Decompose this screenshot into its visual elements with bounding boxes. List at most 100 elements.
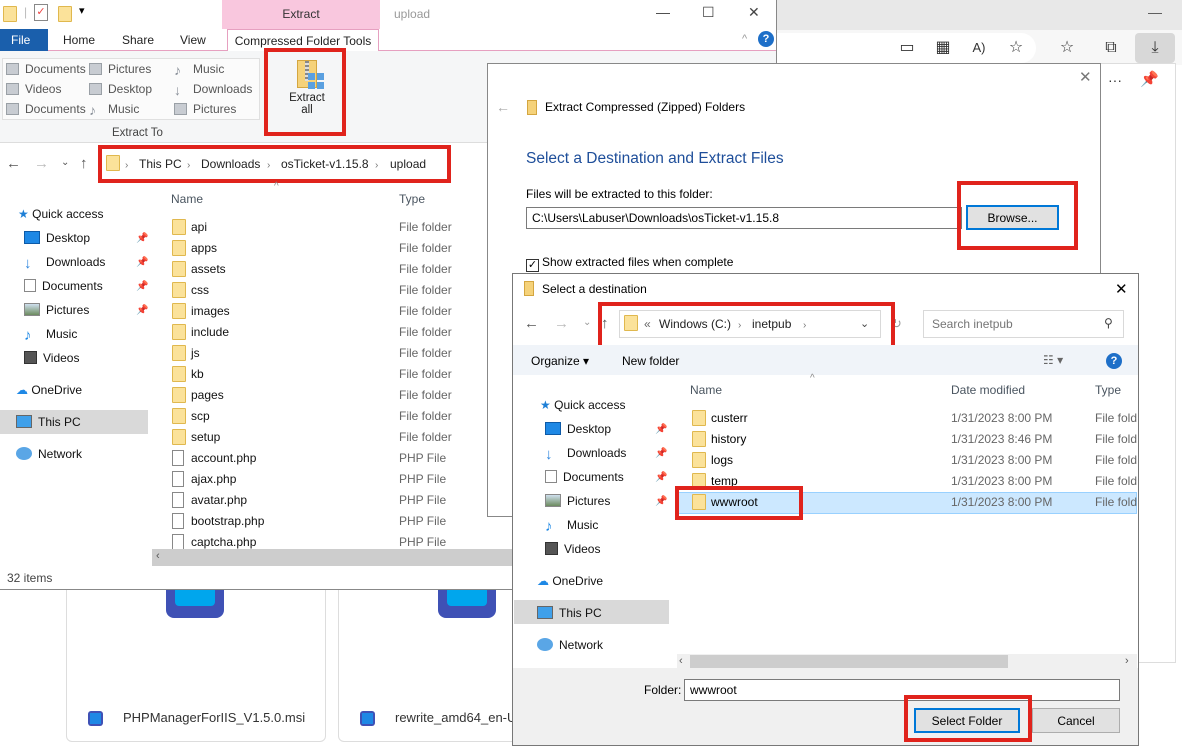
extract-to-documents[interactable]: Documents xyxy=(6,62,86,76)
sidebar-item-desktop[interactable]: Desktop xyxy=(24,231,90,245)
folder-row[interactable]: logs 1/31/2023 8:00 PM File folder xyxy=(690,450,1140,471)
sidebar-this-pc[interactable]: This PC xyxy=(16,415,81,429)
file-row[interactable]: scp File folder xyxy=(170,406,490,427)
pin-icon[interactable]: 📌 xyxy=(136,257,148,268)
sidebar-quick-access[interactable]: ★ Quick access xyxy=(540,398,625,412)
more-icon[interactable]: ··· xyxy=(1108,72,1122,88)
column-type[interactable]: Type xyxy=(1095,383,1121,397)
view-options-icon[interactable]: ☷ ▾ xyxy=(1043,353,1063,367)
pin-icon[interactable]: 📌 xyxy=(136,305,148,316)
collapse-ribbon-icon[interactable]: ^ xyxy=(742,33,747,45)
file-row[interactable]: bootstrap.php PHP File xyxy=(170,511,490,532)
select-dialog-close-button[interactable]: ✕ xyxy=(1115,280,1128,298)
recent-locations-icon[interactable]: ⌄ xyxy=(61,157,69,168)
extract-to-music-2[interactable]: ♪ Music xyxy=(89,102,139,117)
file-row[interactable]: images File folder xyxy=(170,301,490,322)
tab-grid-icon[interactable]: ▦ xyxy=(932,38,954,58)
favorites-icon[interactable]: ☆ xyxy=(1056,38,1078,58)
close-button[interactable]: ✕ xyxy=(748,4,760,21)
scrollbar-thumb[interactable] xyxy=(690,655,1008,668)
column-name[interactable]: Name xyxy=(171,192,203,206)
extract-to-downloads[interactable]: ↓ Downloads xyxy=(174,82,252,97)
new-folder-button[interactable]: New folder xyxy=(622,354,679,368)
file-row[interactable]: assets File folder xyxy=(170,259,490,280)
file-row[interactable]: setup File folder xyxy=(170,427,490,448)
scroll-right-icon[interactable]: › xyxy=(1125,655,1129,667)
file-row[interactable]: css File folder xyxy=(170,280,490,301)
sidebar-item-documents[interactable]: Documents xyxy=(24,279,103,293)
read-aloud-icon[interactable]: A) xyxy=(968,38,990,58)
tab-file[interactable]: File xyxy=(0,29,48,51)
scroll-left-icon[interactable]: ‹ xyxy=(156,550,160,562)
forward-button[interactable]: → xyxy=(554,315,569,332)
file-row[interactable]: include File folder xyxy=(170,322,490,343)
extract-to-music[interactable]: ♪ Music xyxy=(174,62,224,77)
file-row[interactable]: pages File folder xyxy=(170,385,490,406)
pin-icon[interactable]: 📌 xyxy=(655,424,667,435)
column-name[interactable]: Name xyxy=(690,383,722,397)
back-button[interactable]: ← xyxy=(6,155,21,172)
file-row[interactable]: ajax.php PHP File xyxy=(170,469,490,490)
pin-icon[interactable]: 📌 xyxy=(655,448,667,459)
file-row[interactable]: js File folder xyxy=(170,343,490,364)
help-icon[interactable]: ? xyxy=(758,31,774,47)
extract-to-videos[interactable]: Videos xyxy=(6,82,61,96)
organize-menu[interactable]: Organize ▾ xyxy=(531,354,589,368)
maximize-button[interactable]: ☐ xyxy=(702,4,715,21)
pin-icon[interactable]: 📌 xyxy=(655,472,667,483)
horizontal-scrollbar[interactable] xyxy=(152,549,512,566)
column-date-modified[interactable]: Date modified xyxy=(951,383,1025,397)
destination-path-input[interactable] xyxy=(526,207,962,229)
new-folder-icon[interactable] xyxy=(58,6,72,22)
extract-dialog-close-button[interactable]: ✕ xyxy=(1079,68,1092,86)
add-favorite-icon[interactable]: ☆ xyxy=(1005,38,1027,58)
extract-to-desktop[interactable]: Desktop xyxy=(89,82,152,96)
help-icon[interactable]: ? xyxy=(1106,353,1122,369)
qat-dropdown-icon[interactable]: ▾ xyxy=(79,4,85,17)
tab-share[interactable]: Share xyxy=(122,29,154,51)
download-name[interactable]: rewrite_amd64_en-U xyxy=(395,710,516,725)
folder-name-input[interactable] xyxy=(684,679,1120,701)
sidebar-item-pictures[interactable]: Pictures xyxy=(545,494,610,508)
up-button[interactable]: ↑ xyxy=(80,155,88,172)
minimize-button[interactable]: — xyxy=(656,4,670,20)
sidebar-item-videos[interactable]: Videos xyxy=(24,351,79,365)
file-row[interactable]: account.php PHP File xyxy=(170,448,490,469)
sidebar-item-downloads[interactable]: ↓ Downloads xyxy=(545,446,626,463)
extract-to-pictures[interactable]: Pictures xyxy=(89,62,151,76)
folder-row[interactable]: history 1/31/2023 8:46 PM File folder xyxy=(690,429,1140,450)
sidebar-item-pictures[interactable]: Pictures xyxy=(24,303,89,317)
browser-minimize-button[interactable]: — xyxy=(1148,4,1162,20)
pin-icon[interactable]: 📌 xyxy=(655,496,667,507)
recent-locations-icon[interactable]: ⌄ xyxy=(583,317,591,328)
pin-icon[interactable]: 📌 xyxy=(1140,70,1159,88)
tab-home[interactable]: Home xyxy=(63,29,95,51)
pin-icon[interactable]: 📌 xyxy=(136,281,148,292)
column-type[interactable]: Type xyxy=(399,192,425,206)
sidebar-item-documents[interactable]: Documents xyxy=(545,470,624,484)
file-row[interactable]: api File folder xyxy=(170,217,490,238)
properties-icon[interactable]: ✓ xyxy=(34,4,48,21)
sidebar-item-music[interactable]: ♪ Music xyxy=(24,327,77,344)
file-row[interactable]: apps File folder xyxy=(170,238,490,259)
extract-to-documents-2[interactable]: Documents xyxy=(6,102,86,116)
sidebar-network[interactable]: Network xyxy=(537,638,603,652)
extract-to-pictures-2[interactable]: Pictures xyxy=(174,102,236,116)
collections-icon[interactable]: ⧉ xyxy=(1100,38,1122,58)
download-name[interactable]: PHPManagerForIIS_V1.5.0.msi xyxy=(123,710,305,725)
search-input[interactable] xyxy=(923,310,1124,338)
file-row[interactable]: avatar.php PHP File xyxy=(170,490,490,511)
sidebar-item-downloads[interactable]: ↓ Downloads xyxy=(24,255,105,272)
sidebar-item-videos[interactable]: Videos xyxy=(545,542,600,556)
forward-button[interactable]: → xyxy=(34,155,49,172)
sidebar-onedrive[interactable]: ☁ OneDrive xyxy=(16,383,82,397)
cancel-button[interactable]: Cancel xyxy=(1032,708,1120,733)
show-extracted-checkbox[interactable]: ✓ Show extracted files when complete xyxy=(526,255,733,272)
sidebar-this-pc[interactable]: This PC xyxy=(537,606,602,620)
scroll-left-icon[interactable]: ‹ xyxy=(679,655,683,667)
sidebar-onedrive[interactable]: ☁ OneDrive xyxy=(537,574,603,588)
sidebar-network[interactable]: Network xyxy=(16,447,82,461)
download-card[interactable]: PHPManagerForIIS_V1.5.0.msi xyxy=(66,576,326,742)
folder-row[interactable]: custerr 1/31/2023 8:00 PM File folder xyxy=(690,408,1140,429)
extract-dialog-back-button[interactable]: ← xyxy=(496,99,510,115)
